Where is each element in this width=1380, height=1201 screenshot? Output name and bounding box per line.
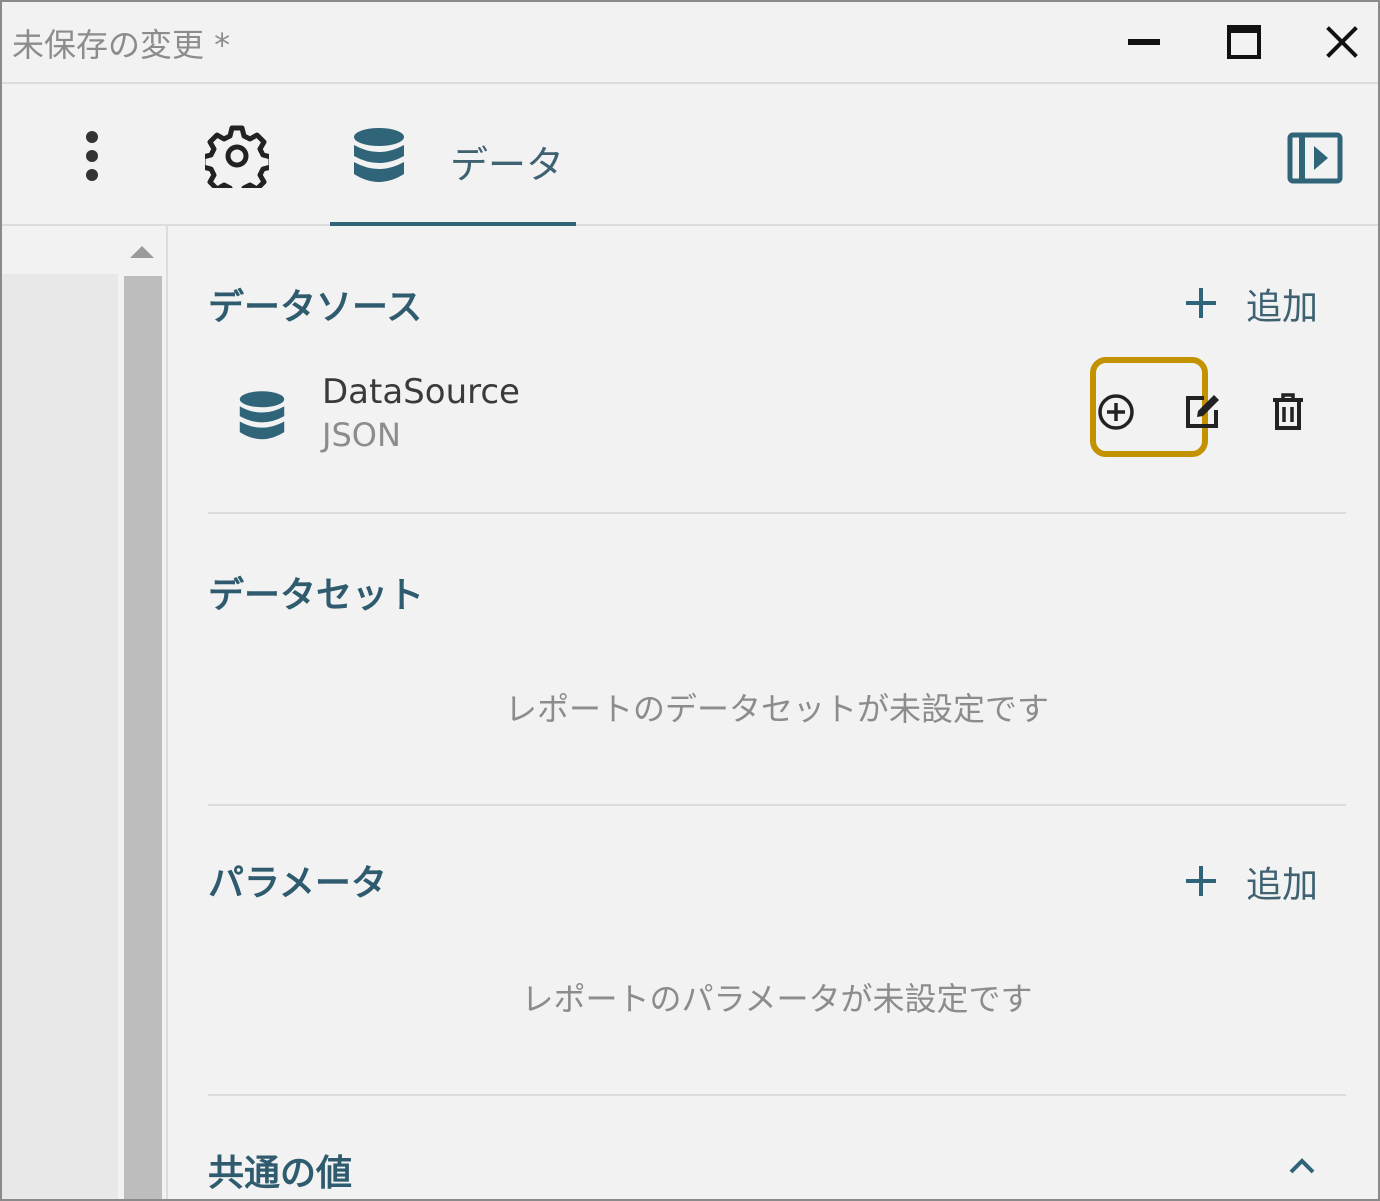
common-values-title: 共通の値 [208, 1153, 353, 1194]
kebab-menu-icon[interactable] [74, 129, 110, 183]
scroll-up-arrow-icon[interactable] [129, 244, 155, 260]
left-panel-pane [2, 274, 118, 1199]
section-divider [208, 804, 1346, 806]
minimize-icon[interactable] [1124, 22, 1164, 62]
close-icon[interactable] [1322, 22, 1362, 62]
section-divider [208, 1094, 1346, 1096]
data-source-type: JSON [322, 416, 401, 454]
parameters-title: パラメータ [208, 863, 387, 904]
add-parameter-label: 追加 [1246, 865, 1319, 906]
plus-icon [1186, 288, 1216, 318]
data-sources-title: データソース [208, 287, 423, 328]
edit-icon[interactable] [1182, 392, 1222, 432]
trash-icon[interactable] [1268, 392, 1308, 432]
toolbar: データ [2, 84, 1378, 226]
tab-data[interactable]: データ [330, 84, 576, 226]
panel-toggle-icon[interactable] [1287, 132, 1343, 184]
parameters-empty-message: レポートのパラメータが未設定です [521, 980, 1033, 1018]
maximize-icon[interactable] [1224, 22, 1264, 62]
add-data-source-label: 追加 [1246, 287, 1319, 328]
add-circle-icon[interactable] [1096, 392, 1136, 432]
add-data-source-button[interactable]: 追加 [1184, 276, 1324, 328]
data-source-item[interactable]: DataSource JSON [208, 357, 1346, 476]
designer-window: 未保存の変更 * データ データソース 追加 DataSource JSON デ… [0, 0, 1380, 1201]
scrollbar-thumb[interactable] [124, 276, 162, 1199]
database-icon [354, 128, 404, 182]
data-source-name: DataSource [322, 372, 520, 412]
title-bar: 未保存の変更 * [2, 2, 1378, 84]
database-icon [239, 391, 285, 440]
tab-data-label: データ [450, 143, 565, 187]
section-divider [208, 512, 1346, 514]
left-panel [2, 226, 168, 1199]
plus-icon [1186, 866, 1216, 896]
data-sets-empty-message: レポートのデータセットが未設定です [504, 690, 1049, 728]
add-parameter-button[interactable]: 追加 [1184, 854, 1324, 906]
window-title: 未保存の変更 * [12, 26, 231, 64]
data-panel: データソース 追加 DataSource JSON データセット レポートのデー… [168, 226, 1378, 1199]
chevron-up-icon[interactable] [1286, 1154, 1318, 1178]
data-sets-title: データセット [208, 575, 425, 616]
gear-icon[interactable] [205, 124, 269, 188]
